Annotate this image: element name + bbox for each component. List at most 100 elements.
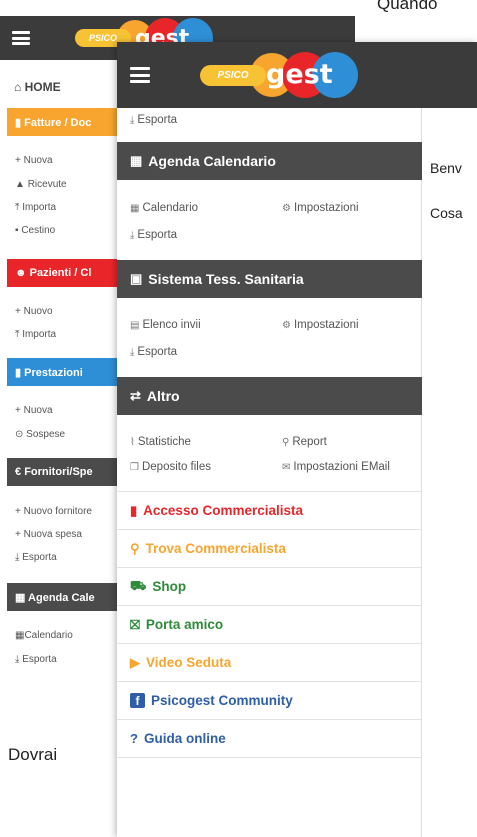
menu-item-esporta-ts[interactable]: ⤓ Esporta <box>130 346 177 358</box>
back-home-link[interactable]: ⌂ HOME <box>14 80 61 94</box>
back-item-esporta[interactable]: ⤓ Esporta <box>15 552 57 563</box>
back-item-calendario[interactable]: ▦Calendario <box>15 630 73 641</box>
menu-item-impostazioni-agenda[interactable]: ⚙ Impostazioni <box>282 202 359 214</box>
search-icon: ⚲ <box>130 540 140 556</box>
search-icon: ⚲ <box>282 437 290 448</box>
item-label: Nuovo <box>23 306 53 317</box>
files-icon: ❐ <box>130 462 139 473</box>
item-label: Deposito files <box>141 461 212 473</box>
menu-item-esporta-top[interactable]: ⤓ Esporta <box>130 114 177 126</box>
menu-item-impostazioni-ts[interactable]: ⚙ Impostazioni <box>282 319 359 331</box>
back-item-ricevute[interactable]: ▲ Ricevute <box>15 179 67 190</box>
back-item-esporta-2[interactable]: ⤓ Esporta <box>15 654 57 665</box>
video-icon: ▶ <box>130 654 140 670</box>
item-label: Calendario <box>24 630 73 641</box>
section-title: Sistema Tess. Sanitaria <box>148 271 304 287</box>
item-label: Ricevute <box>27 179 67 190</box>
section-sistema-ts[interactable]: ▣ Sistema Tess. Sanitaria <box>117 260 422 298</box>
front-logo: PSICO gest <box>200 52 360 98</box>
menu-item-calendario[interactable]: ▦ Calendario <box>130 202 198 214</box>
link-porta-amico[interactable]: ⛝ Porta amico <box>117 606 422 644</box>
side-menu: ⤓ Esporta ▦ Agenda Calendario ▦ Calendario … <box>117 108 422 837</box>
hamburger-menu-icon[interactable] <box>130 67 150 83</box>
item-label: Esporta <box>22 552 57 563</box>
cart-icon: ⛟ <box>130 577 147 593</box>
item-label: Nuova spesa <box>23 529 82 540</box>
item-label: Statistiche <box>137 436 191 448</box>
back-section-prestazioni[interactable]: ▮ Prestazioni <box>7 358 117 386</box>
link-guida-online[interactable]: ? Guida online <box>117 720 422 758</box>
document-text-right-1: Benv <box>430 160 462 176</box>
foreground-screenshot: PSICO gest ⤓ Esporta ▦ Agenda Calendario ▦… <box>117 42 477 837</box>
id-card-icon: ▣ <box>130 271 143 286</box>
document-text-bottom: Dovrai <box>8 745 58 764</box>
link-accesso-commercialista[interactable]: ▮ Accesso Commercialista <box>117 492 422 530</box>
document-text-top: Quando <box>377 0 438 13</box>
back-item-importa[interactable]: ⤒ Importa <box>15 202 56 213</box>
chart-icon: ⌇ <box>130 437 135 448</box>
stage: Quando PSICO gest ⌂ HOME ▮ Fatture / Doc… <box>0 0 477 837</box>
link-psicogest-community[interactable]: f Psicogest Community <box>117 682 422 720</box>
back-item-nuovo[interactable]: + Nuovo <box>15 306 53 317</box>
calendar-icon: ▦ <box>130 203 140 214</box>
menu-item-impostazioni-email[interactable]: ✉ Impostazioni EMail <box>282 461 390 473</box>
briefcase-icon: ▮ <box>130 502 138 518</box>
hamburger-menu-icon[interactable] <box>12 31 30 45</box>
section-label: Agenda Cale <box>28 592 95 604</box>
logo-gest-text: gest <box>266 59 333 90</box>
link-label: Guida online <box>143 731 226 746</box>
section-title: Agenda Calendario <box>148 153 276 169</box>
menu-item-elenco-invii[interactable]: ▤ Elenco invii <box>130 319 201 331</box>
item-label: Nuovo fornitore <box>23 506 92 517</box>
link-label: Psicogest Community <box>151 693 293 708</box>
link-shop[interactable]: ⛟ Shop <box>117 568 422 606</box>
download-icon: ⤓ <box>130 230 135 241</box>
facebook-icon: f <box>130 693 145 708</box>
envelope-icon: ✉ <box>282 462 291 473</box>
menu-item-deposito-files[interactable]: ❐ Deposito files <box>130 461 211 473</box>
menu-item-statistiche[interactable]: ⌇ Statistiche <box>130 436 191 448</box>
back-section-agenda[interactable]: ▦ Agenda Cale <box>7 583 117 611</box>
item-label: Cestino <box>21 225 56 236</box>
download-icon: ⤓ <box>130 115 135 126</box>
section-agenda-calendario[interactable]: ▦ Agenda Calendario <box>117 142 422 180</box>
item-label: Nuova <box>23 405 53 416</box>
item-label: Importa <box>22 202 57 213</box>
link-video-seduta[interactable]: ▶ Video Seduta <box>117 644 422 682</box>
item-label: Esporta <box>137 346 178 358</box>
link-label: Trova Commercialista <box>145 541 286 556</box>
back-item-sospese[interactable]: ⊙ Sospese <box>15 429 65 440</box>
item-label: Esporta <box>22 654 57 665</box>
section-title: Altro <box>146 388 180 404</box>
item-label: Impostazioni <box>293 319 359 331</box>
back-section-fatture[interactable]: ▮ Fatture / Doc <box>7 108 117 136</box>
link-trova-commercialista[interactable]: ⚲ Trova Commercialista <box>117 530 422 568</box>
back-item-nuova[interactable]: + Nuova <box>15 155 53 166</box>
section-altro[interactable]: ⇄ Altro <box>117 377 422 415</box>
link-label: Shop <box>152 579 187 594</box>
menu-item-report[interactable]: ⚲ Report <box>282 436 327 448</box>
exchange-icon: ⇄ <box>130 388 141 403</box>
back-section-fornitori[interactable]: € Fornitori/Spe <box>7 458 117 486</box>
section-label: Fatture / Doc <box>24 117 92 129</box>
gears-icon: ⚙ <box>282 320 291 331</box>
link-label: Accesso Commercialista <box>143 503 303 518</box>
inbox-icon: ▤ <box>130 320 140 331</box>
link-label: Porta amico <box>145 617 224 632</box>
item-label: Elenco invii <box>142 319 201 331</box>
menu-item-esporta-agenda[interactable]: ⤓ Esporta <box>130 229 177 241</box>
item-label: Esporta <box>137 229 178 241</box>
back-item-importa-2[interactable]: ⤒ Importa <box>15 329 56 340</box>
logo-psico-text: PSICO <box>200 65 266 86</box>
back-section-pazienti[interactable]: ☻ Pazienti / Cl <box>7 259 117 287</box>
calendar-icon: ▦ <box>130 153 143 168</box>
home-icon: ⌂ <box>14 80 25 94</box>
item-label: Importa <box>22 329 57 340</box>
gift-icon: ⛝ <box>130 616 140 632</box>
back-item-nuovo-fornitore[interactable]: + Nuovo fornitore <box>15 506 92 517</box>
back-item-nuova-2[interactable]: + Nuova <box>15 405 53 416</box>
back-item-nuova-spesa[interactable]: + Nuova spesa <box>15 529 82 540</box>
gears-icon: ⚙ <box>282 203 291 214</box>
document-text-right-2: Cosa <box>430 205 463 221</box>
back-item-cestino[interactable]: ▪ Cestino <box>15 225 55 236</box>
